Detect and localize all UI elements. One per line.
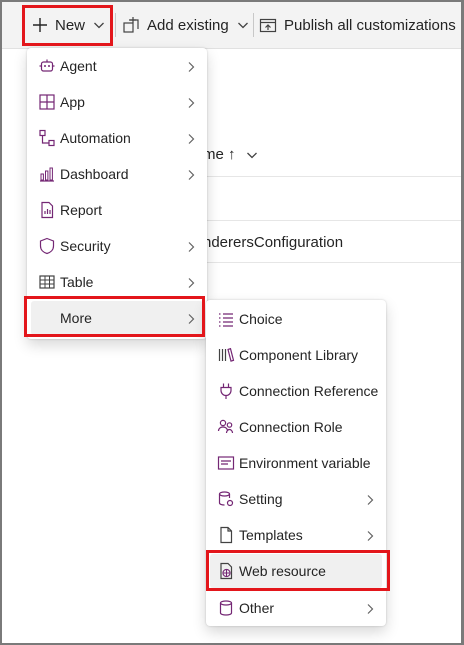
- menu-item-report[interactable]: Report: [31, 193, 203, 227]
- chevron-down-icon: [93, 19, 105, 31]
- plug-icon: [217, 382, 235, 400]
- toolbar-separator: [253, 13, 254, 37]
- chart-icon: [38, 165, 56, 183]
- row-divider: [203, 220, 461, 221]
- menu-item-environment-variable[interactable]: Environment variable: [210, 446, 382, 480]
- web-document-icon: [217, 562, 235, 580]
- toolbar-separator: [115, 13, 116, 37]
- list-icon: [217, 310, 235, 328]
- menu-item-label: Templates: [239, 527, 303, 543]
- menu-item-label: Setting: [239, 491, 283, 507]
- menu-item-templates[interactable]: Templates: [210, 518, 382, 552]
- add-existing-button[interactable]: Add existing: [122, 2, 249, 48]
- menu-item-label: Dashboard: [60, 166, 129, 182]
- chevron-right-icon: [364, 602, 376, 614]
- bot-icon: [38, 57, 56, 75]
- menu-item-other[interactable]: Other: [210, 591, 382, 625]
- menu-item-connection-role[interactable]: Connection Role: [210, 410, 382, 444]
- row-divider: [203, 262, 461, 263]
- menu-item-connection-reference[interactable]: Connection Reference: [210, 374, 382, 408]
- menu-item-label: Connection Role: [239, 419, 343, 435]
- document-icon: [217, 526, 235, 544]
- new-button-label: New: [55, 16, 86, 34]
- menu-item-dashboard[interactable]: Dashboard: [31, 157, 203, 191]
- command-bar: New Add existing Publish all customizati…: [2, 2, 461, 49]
- chevron-right-icon: [185, 60, 197, 72]
- more-submenu: Choice Component Library Connection Refe…: [206, 300, 386, 626]
- plus-icon: [32, 17, 48, 33]
- flow-icon: [38, 129, 56, 147]
- menu-item-security[interactable]: Security: [31, 229, 203, 263]
- report-icon: [38, 201, 56, 219]
- menu-item-setting[interactable]: Setting: [210, 482, 382, 516]
- database-gear-icon: [217, 490, 235, 508]
- menu-item-label: App: [60, 94, 85, 110]
- menu-item-web-resource[interactable]: Web resource: [210, 554, 382, 588]
- menu-item-app[interactable]: App: [31, 85, 203, 119]
- database-icon: [217, 599, 235, 617]
- shield-icon: [38, 237, 56, 255]
- menu-item-label: Other: [239, 600, 275, 616]
- chevron-right-icon: [364, 529, 376, 541]
- variable-icon: [217, 454, 235, 472]
- publish-all-button[interactable]: Publish all customizations: [259, 2, 456, 48]
- chevron-right-icon: [185, 276, 197, 288]
- table-icon: [38, 273, 56, 291]
- menu-item-label: Connection Reference: [239, 383, 379, 399]
- menu-item-more[interactable]: More: [31, 301, 203, 335]
- menu-item-component-library[interactable]: Component Library: [210, 338, 382, 372]
- menu-item-label: Table: [60, 274, 94, 290]
- add-existing-label: Add existing: [147, 16, 229, 34]
- menu-item-label: Environment variable: [239, 455, 371, 471]
- add-existing-icon: [122, 16, 140, 34]
- menu-item-automation[interactable]: Automation: [31, 121, 203, 155]
- new-menu: Agent App Automation Dashboard Report Se…: [27, 48, 207, 339]
- chevron-right-icon: [185, 96, 197, 108]
- chevron-right-icon: [364, 493, 376, 505]
- menu-item-label: Web resource: [239, 563, 326, 579]
- chevron-right-icon: [185, 168, 197, 180]
- menu-item-label: Automation: [60, 130, 131, 146]
- menu-item-label: Choice: [239, 311, 283, 327]
- publish-icon: [259, 16, 277, 34]
- chevron-right-icon: [185, 312, 197, 324]
- header-divider: [203, 176, 461, 177]
- list-row-name[interactable]: nderersConfiguration: [203, 234, 343, 251]
- app-grid-icon: [38, 93, 56, 111]
- menu-item-agent[interactable]: Agent: [31, 49, 203, 83]
- menu-item-choice[interactable]: Choice: [210, 302, 382, 336]
- chevron-down-icon: [237, 19, 249, 31]
- publish-label: Publish all customizations: [284, 16, 456, 34]
- menu-item-label: Report: [60, 202, 103, 218]
- menu-item-table[interactable]: Table: [31, 265, 203, 299]
- chevron-right-icon: [185, 132, 197, 144]
- column-header-name[interactable]: me ↑: [203, 146, 236, 163]
- people-icon: [217, 418, 235, 436]
- library-icon: [217, 346, 235, 364]
- chevron-down-icon[interactable]: [246, 148, 258, 164]
- menu-item-label: More: [60, 310, 92, 326]
- menu-item-label: Agent: [60, 58, 97, 74]
- menu-item-label: Component Library: [239, 347, 359, 363]
- menu-item-label: Security: [60, 238, 111, 254]
- new-button[interactable]: New: [32, 2, 105, 48]
- chevron-right-icon: [185, 240, 197, 252]
